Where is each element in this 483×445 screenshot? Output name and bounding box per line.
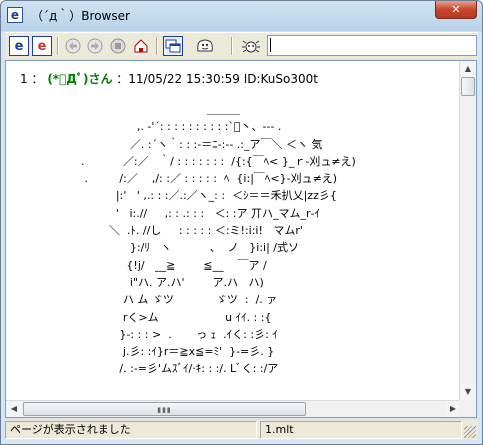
scroll-down-arrow-icon[interactable]: ▼ <box>460 384 476 400</box>
app-icon: e <box>7 7 23 23</box>
browser-window: e （´д｀）Browser ✕ e e 1 ： (*ﾟДﾟ)さん ：11/05… <box>0 0 483 445</box>
ascii-art-line: ＼ .ﾄ. //し : : : : : ＜:ミ!:i:i! マムr' <box>46 224 303 238</box>
ascii-art-line: ' i:.// ,: : .: : : ＜: :ア 丌ハ_マム_r‐ｲ <box>46 206 320 220</box>
status-message: ページが表示されました <box>5 421 257 439</box>
ascii-art-line: }‐: : : > . っ ｪ .ｲく: :彡: ｲ <box>46 327 278 341</box>
ascii-art-line: ハ ム ゞツ ゞツ : /. ァ <box>46 293 278 307</box>
ascii-art-line: . /:／ ,/: :／ : : : : : ﾍ {i:|￣ﾍ<}‐刈ュ≠え) <box>46 172 338 186</box>
ascii-art-line: ,. ‐'´: : : : : : : : : :`ﾞ丶、‐‐- . <box>46 120 282 134</box>
settings-button[interactable] <box>241 36 261 56</box>
horizontal-scrollbar[interactable]: ◀ ▮▮▮ ▶ <box>6 400 461 417</box>
e-red-icon: e <box>37 38 47 54</box>
stop-icon <box>110 38 126 54</box>
text-caret <box>270 38 271 52</box>
ascii-art-line: j.彡: :ｲ}r＝≧x≦=ﾐ' }‐=彡. } <box>46 345 275 359</box>
toolbar: e e <box>5 32 478 59</box>
vertical-scroll-thumb[interactable] <box>461 77 475 96</box>
home-button[interactable] <box>131 36 151 56</box>
vertical-scrollbar[interactable]: ▲ ▼ <box>459 61 476 400</box>
close-button[interactable]: ✕ <box>435 1 477 19</box>
post-number: 1 <box>20 72 28 86</box>
ascii-art-line: {!j/ __≧ ≦__ ￣ア / <box>46 258 267 272</box>
ascii-art-line: rく>ム u ｲｲ. : :{ <box>46 310 272 324</box>
scroll-corner <box>459 400 476 417</box>
stop-button[interactable] <box>108 36 128 56</box>
post-header: 1 ： (*ﾟДﾟ)さん ：11/05/22 15:30:59 ID:KuSo3… <box>20 70 318 87</box>
status-file: 1.mlt <box>260 421 462 439</box>
status-bar: ページが表示されました 1.mlt <box>5 420 478 440</box>
forward-button[interactable] <box>85 36 105 56</box>
windows-button[interactable] <box>163 36 183 56</box>
ascii-art-line: |:' ' ,.: : :／.:／ヽ_: : ＜ｼ＝＝禾扒乂|zz彡{ <box>46 189 337 203</box>
ascii-art-line: . ／:／ ｀/ : : : : : : : /{:{￣ﾍ< }_ｒ‐刈ュ≠え) <box>46 154 356 168</box>
bug-icon <box>242 40 260 53</box>
content-view[interactable]: 1 ： (*ﾟДﾟ)さん ：11/05/22 15:30:59 ID:KuSo3… <box>5 60 477 418</box>
scroll-up-arrow-icon[interactable]: ▲ <box>460 61 476 77</box>
ascii-art-line: }:/ﾘ ヽ 、 ノ }i:i| /式ソ <box>46 241 299 255</box>
ascii-art-line: /. :‐=彡'ムｽﾞｲ/·ｷ: : :/. Lﾞく: :/ア <box>46 362 279 376</box>
url-input[interactable] <box>267 35 477 56</box>
resize-grip-icon[interactable] <box>464 426 476 438</box>
ascii-art-line: ／. :´ヽ｀: : :‐＝ﾆ‐:‐- .:_ア￣＼ ＜ヽ 気 <box>46 137 323 151</box>
monster-button[interactable] <box>195 36 215 56</box>
forward-icon <box>87 38 103 54</box>
post-separator: ： <box>31 72 44 86</box>
toolbar-separator <box>57 37 59 55</box>
home-icon <box>134 39 148 53</box>
new-window-button[interactable]: e <box>9 36 29 56</box>
ascii-art-line: i"ハ. ア.ハ' ア.ハ ハ) <box>46 275 264 289</box>
ascii-art-line: ＿＿＿ <box>46 103 240 116</box>
back-icon <box>65 38 81 54</box>
ascii-art: ＿＿＿ ,. ‐'´: : : : : : : : : :`ﾞ丶、‐‐- . ／… <box>46 101 356 378</box>
toolbar-separator <box>231 37 233 55</box>
horizontal-scroll-thumb[interactable]: ▮▮▮ <box>23 402 306 416</box>
e-icon: e <box>14 38 24 54</box>
grip-icon: ▮▮▮ <box>157 406 172 414</box>
back-button[interactable] <box>63 36 83 56</box>
post-meta: ：11/05/22 15:30:59 ID:KuSo300t <box>116 72 318 86</box>
toolbar-separator <box>156 37 158 55</box>
open-button[interactable]: e <box>32 36 52 56</box>
scroll-left-arrow-icon[interactable]: ◀ <box>6 401 22 417</box>
monster-icon <box>197 39 213 52</box>
window-title: （´д｀）Browser <box>31 9 130 23</box>
title-bar[interactable]: e （´д｀）Browser ✕ <box>1 1 482 29</box>
post-author-name: (*ﾟДﾟ)さん <box>47 72 113 86</box>
windows-icon <box>165 39 181 53</box>
